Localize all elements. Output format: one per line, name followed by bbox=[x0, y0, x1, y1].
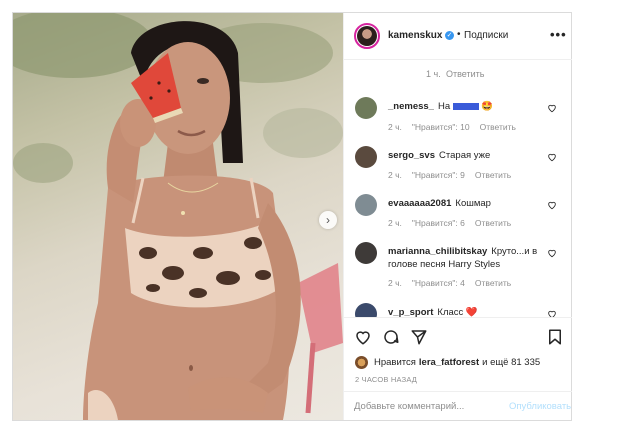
comment-text: evaaaaaa2081 Кошмар bbox=[388, 197, 538, 210]
heart-icon[interactable] bbox=[547, 152, 557, 162]
comment-body: Класс bbox=[437, 307, 464, 317]
comment-meta: 2 ч. "Нравится": 9 Ответить bbox=[388, 170, 521, 180]
liker-username[interactable]: lera_fatforest bbox=[419, 357, 479, 368]
author-username[interactable]: kamenskux bbox=[388, 30, 442, 41]
likes-count[interactable]: и ещё 81 335 bbox=[482, 357, 540, 368]
commenter-avatar[interactable] bbox=[355, 242, 377, 264]
comment-input[interactable] bbox=[354, 398, 494, 414]
comment-likes[interactable]: "Нравится": 10 bbox=[412, 122, 470, 132]
commenter-avatar[interactable] bbox=[355, 303, 377, 317]
comment-meta: 2 ч. "Нравится": 4 Ответить bbox=[388, 278, 521, 288]
reply-link[interactable]: Ответить bbox=[475, 218, 511, 228]
commenter-username[interactable]: _nemess_ bbox=[388, 101, 434, 112]
comment-text: sergo_svs Старая уже bbox=[388, 149, 538, 162]
likes-prefix: Нравится bbox=[374, 357, 416, 368]
publish-button[interactable]: Опубликовать bbox=[509, 401, 571, 412]
post-modal: › kamenskux ✓ • Подписки ••• 1 ч. Ответи… bbox=[12, 12, 572, 421]
comment-text: v_p_sport Класс ❤️ bbox=[388, 306, 538, 317]
commenter-username[interactable]: v_p_sport bbox=[388, 307, 433, 317]
comment-item: _nemess_ На 🤩 2 ч. "Нравится": 10 Ответить bbox=[344, 97, 572, 147]
heart-icon[interactable] bbox=[547, 309, 557, 317]
comment-likes[interactable]: "Нравится": 9 bbox=[412, 170, 465, 180]
next-arrow-icon[interactable]: › bbox=[319, 211, 337, 229]
header-separator: • bbox=[457, 29, 461, 40]
comment-text: marianna_chilibitskay Круто...и в голове … bbox=[388, 245, 538, 271]
bookmark-icon[interactable] bbox=[546, 328, 564, 346]
heart-icon[interactable] bbox=[547, 200, 557, 210]
verified-icon: ✓ bbox=[445, 31, 454, 40]
heart-icon[interactable] bbox=[354, 328, 372, 346]
comment-item: v_p_sport Класс ❤️ bbox=[344, 303, 572, 317]
author-avatar[interactable] bbox=[354, 23, 380, 49]
reply-link[interactable]: Ответить bbox=[475, 278, 511, 288]
comment-likes[interactable]: "Нравится": 4 bbox=[412, 278, 465, 288]
comment-body: Старая уже bbox=[439, 150, 491, 161]
comment-icon[interactable] bbox=[382, 328, 400, 346]
comment-likes[interactable]: "Нравится": 6 bbox=[412, 218, 465, 228]
comments-list[interactable]: 1 ч. Ответить _nemess_ На 🤩 2 ч. "Нравится… bbox=[344, 60, 572, 317]
comment-age: 2 ч. bbox=[388, 278, 402, 288]
commenter-username[interactable]: evaaaaaa2081 bbox=[388, 198, 451, 209]
post-photo[interactable]: › bbox=[13, 13, 343, 420]
add-comment-bar: Опубликовать bbox=[344, 391, 572, 420]
comment-text: _nemess_ На 🤩 bbox=[388, 100, 538, 113]
reply-link[interactable]: Ответить bbox=[446, 69, 484, 79]
post-header: kamenskux ✓ • Подписки ••• bbox=[344, 13, 572, 60]
likes-summary: Нравится lera_fatforest и ещё 81 335 bbox=[355, 356, 540, 369]
reply-link[interactable]: Ответить bbox=[475, 170, 511, 180]
commenter-username[interactable]: marianna_chilibitskay bbox=[388, 246, 487, 257]
more-options-icon[interactable]: ••• bbox=[550, 27, 567, 42]
post-sidebar: kamenskux ✓ • Подписки ••• 1 ч. Ответить… bbox=[343, 13, 572, 420]
commenter-username[interactable]: sergo_svs bbox=[388, 150, 435, 161]
commenter-avatar[interactable] bbox=[355, 97, 377, 119]
reply-link[interactable]: Ответить bbox=[480, 122, 516, 132]
heart-icon[interactable] bbox=[547, 103, 557, 113]
share-icon[interactable] bbox=[410, 328, 428, 346]
comment-emoji: ❤️ bbox=[465, 307, 478, 317]
post-timestamp[interactable]: 2 ЧАСОВ НАЗАД bbox=[355, 375, 417, 384]
comment-age: 2 ч. bbox=[388, 122, 402, 132]
commenter-avatar[interactable] bbox=[355, 194, 377, 216]
commenter-avatar[interactable] bbox=[355, 146, 377, 168]
heart-icon[interactable] bbox=[547, 248, 557, 258]
comment-body: Кошмар bbox=[455, 198, 491, 209]
comment-age: 2 ч. bbox=[388, 218, 402, 228]
comment-item: evaaaaaa2081 Кошмар 2 ч. "Нравится": 6 Отве… bbox=[344, 194, 572, 244]
comment-item: sergo_svs Старая уже 2 ч. "Нравится": 9 Отв… bbox=[344, 146, 572, 196]
photo-illustration bbox=[13, 13, 343, 420]
comment-item: marianna_chilibitskay Круто...и в голове … bbox=[344, 242, 572, 304]
liker-avatar[interactable] bbox=[355, 356, 368, 369]
redacted-mention bbox=[452, 102, 479, 110]
comment-emoji: 🤩 bbox=[481, 101, 494, 112]
comment-meta: 2 ч. "Нравится": 10 Ответить bbox=[388, 122, 526, 132]
comment-meta: 2 ч. "Нравится": 6 Ответить bbox=[388, 218, 521, 228]
comment-age: 2 ч. bbox=[388, 170, 402, 180]
follow-button[interactable]: Подписки bbox=[464, 30, 508, 41]
comment-age: 1 ч. bbox=[426, 69, 441, 79]
comment-body: На bbox=[437, 101, 451, 112]
